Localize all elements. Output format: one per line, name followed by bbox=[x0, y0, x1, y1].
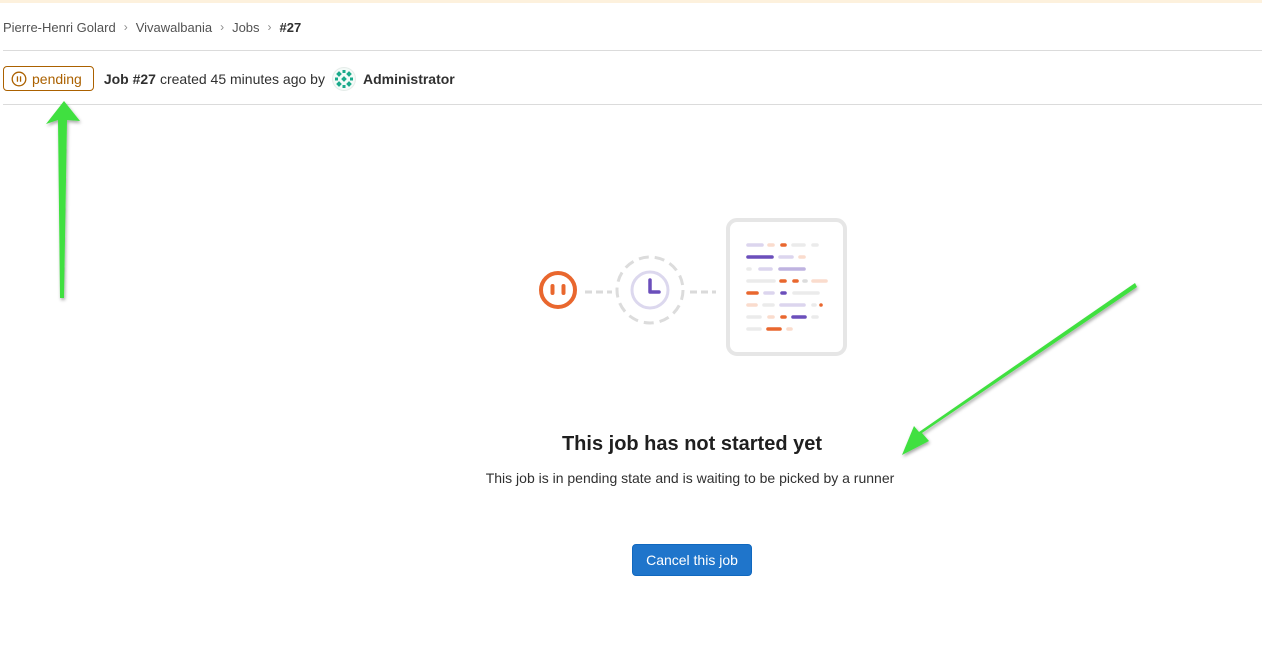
breadcrumb-item-current-job[interactable]: #27 bbox=[280, 20, 302, 35]
pending-job-illustration bbox=[539, 218, 847, 356]
pause-circle-icon bbox=[11, 71, 27, 86]
top-border-strip bbox=[0, 0, 1262, 3]
breadcrumb-separator-icon: › bbox=[267, 20, 272, 34]
breadcrumb-item-jobs[interactable]: Jobs bbox=[232, 20, 259, 35]
cancel-job-button[interactable]: Cancel this job bbox=[632, 544, 752, 576]
job-title: Job #27 bbox=[103, 70, 156, 87]
job-meta: created 45 minutes ago by bbox=[159, 70, 325, 87]
author-name[interactable]: Administrator bbox=[363, 71, 455, 87]
avatar[interactable] bbox=[331, 66, 356, 91]
breadcrumb-separator-icon: › bbox=[220, 20, 225, 34]
divider bbox=[3, 104, 1262, 105]
status-label: pending bbox=[32, 70, 82, 87]
clock-icon bbox=[615, 255, 685, 325]
pause-icon bbox=[539, 271, 577, 309]
status-badge[interactable]: pending bbox=[3, 66, 94, 91]
breadcrumb: Pierre-Henri Golard › Vivawalbania › Job… bbox=[3, 19, 301, 35]
empty-state-description: This job is in pending state and is wait… bbox=[485, 470, 895, 486]
breadcrumb-separator-icon: › bbox=[123, 20, 128, 34]
breadcrumb-item-project[interactable]: Vivawalbania bbox=[136, 20, 212, 35]
breadcrumb-item-user[interactable]: Pierre-Henri Golard bbox=[3, 20, 116, 35]
divider bbox=[3, 50, 1262, 51]
job-header: pending Job #27 created 45 minutes ago b… bbox=[3, 66, 455, 91]
job-log-icon bbox=[726, 218, 847, 356]
empty-state-title: This job has not started yet bbox=[561, 433, 823, 455]
